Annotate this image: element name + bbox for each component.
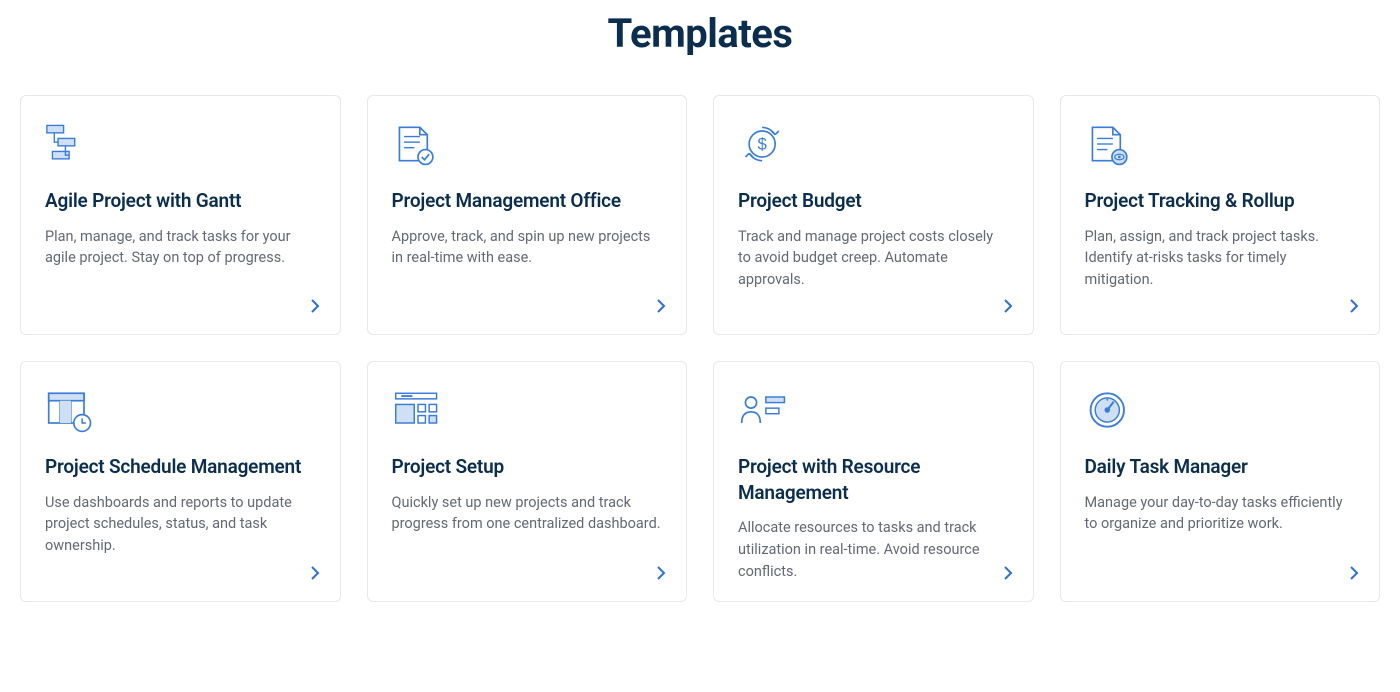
card-title: Agile Project with Gantt	[45, 188, 316, 214]
dollar-cycle-icon: $	[738, 120, 794, 168]
card-description: Quickly set up new projects and track pr…	[392, 492, 663, 583]
template-card-tracking-rollup[interactable]: Project Tracking & Rollup Plan, assign, …	[1060, 95, 1381, 335]
template-card-agile-gantt[interactable]: Agile Project with Gantt Plan, manage, a…	[20, 95, 341, 335]
chevron-right-icon	[1004, 564, 1013, 585]
schedule-clock-icon	[45, 386, 101, 434]
card-title: Project Management Office	[392, 188, 663, 214]
card-description: Manage your day-to-day tasks efficiently…	[1085, 492, 1356, 583]
person-resource-icon	[738, 386, 794, 434]
card-title: Project Setup	[392, 454, 663, 480]
template-card-project-setup[interactable]: Project Setup Quickly set up new project…	[367, 361, 688, 602]
card-description: Allocate resources to tasks and track ut…	[738, 517, 1009, 582]
document-eye-icon	[1085, 120, 1141, 168]
dashboard-tiles-icon	[392, 386, 448, 434]
chevron-right-icon	[657, 297, 666, 318]
chevron-right-icon	[657, 564, 666, 585]
chevron-right-icon	[1350, 297, 1359, 318]
template-card-budget[interactable]: $ Project Budget Track and manage projec…	[713, 95, 1034, 335]
chevron-right-icon	[311, 297, 320, 318]
card-title: Project with Resource Management	[738, 454, 1009, 505]
card-title: Daily Task Manager	[1085, 454, 1356, 480]
card-description: Approve, track, and spin up new projects…	[392, 226, 663, 316]
chevron-right-icon	[1004, 297, 1013, 318]
document-check-icon	[392, 120, 448, 168]
template-card-pmo[interactable]: Project Management Office Approve, track…	[367, 95, 688, 335]
card-description: Plan, assign, and track project tasks. I…	[1085, 226, 1356, 316]
page-title: Templates	[20, 10, 1380, 57]
card-description: Track and manage project costs closely t…	[738, 226, 1009, 316]
gantt-icon	[45, 120, 101, 168]
chevron-right-icon	[1350, 564, 1359, 585]
card-title: Project Schedule Management	[45, 454, 316, 480]
card-description: Plan, manage, and track tasks for your a…	[45, 226, 316, 316]
svg-text:$: $	[757, 135, 767, 154]
templates-grid: Agile Project with Gantt Plan, manage, a…	[20, 95, 1380, 602]
template-card-resource-management[interactable]: Project with Resource Management Allocat…	[713, 361, 1034, 602]
template-card-daily-task-manager[interactable]: Daily Task Manager Manage your day-to-da…	[1060, 361, 1381, 602]
chevron-right-icon	[311, 564, 320, 585]
card-title: Project Tracking & Rollup	[1085, 188, 1356, 214]
gauge-icon	[1085, 386, 1141, 434]
template-card-schedule-management[interactable]: Project Schedule Management Use dashboar…	[20, 361, 341, 602]
card-title: Project Budget	[738, 188, 1009, 214]
card-description: Use dashboards and reports to update pro…	[45, 492, 316, 583]
